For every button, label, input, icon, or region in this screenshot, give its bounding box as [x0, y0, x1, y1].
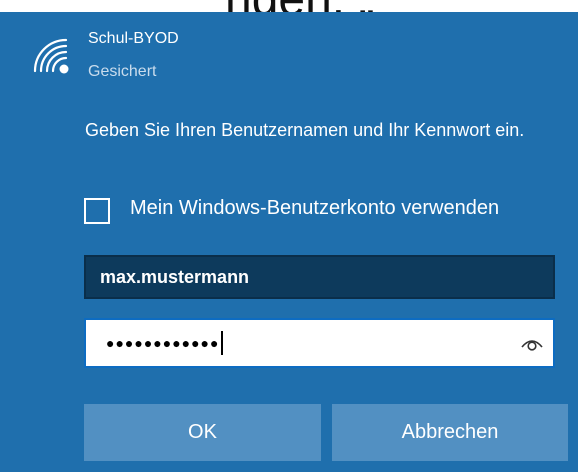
wifi-secured-icon: [33, 38, 69, 74]
username-value: max.mustermann: [100, 266, 250, 287]
wifi-credentials-panel: Schul-BYOD Gesichert Geben Sie Ihren Ben…: [0, 12, 578, 472]
instruction-text: Geben Sie Ihren Benutzernamen und Ihr Ke…: [85, 120, 525, 140]
use-windows-account-checkbox[interactable]: [84, 198, 110, 224]
text-caret: [221, 331, 224, 355]
username-field[interactable]: max.mustermann: [84, 255, 555, 299]
ok-button[interactable]: OK: [84, 404, 321, 461]
network-name: Schul-BYOD: [88, 30, 179, 47]
password-field[interactable]: ●●●●●●●●●●●●: [84, 318, 555, 368]
use-windows-account-label[interactable]: Mein Windows-Benutzerkonto verwenden: [130, 192, 499, 224]
password-masked-value: ●●●●●●●●●●●●: [106, 335, 220, 351]
network-security-status: Gesichert: [88, 63, 157, 80]
eye-icon[interactable]: [519, 332, 545, 354]
cancel-button[interactable]: Abbrechen: [332, 404, 568, 461]
use-windows-account-option[interactable]: Mein Windows-Benutzerkonto verwenden: [84, 192, 524, 224]
